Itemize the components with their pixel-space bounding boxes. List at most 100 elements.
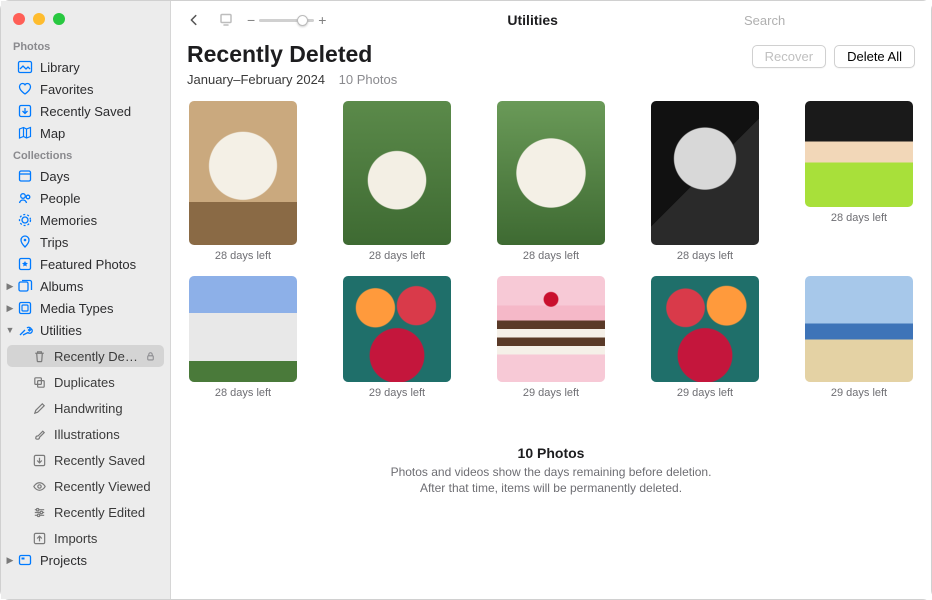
days-left-label: 29 days left [369, 387, 425, 399]
sidebar-item-label: Illustrations [54, 427, 156, 442]
sidebar-item-days[interactable]: Days [7, 165, 164, 187]
sidebar-item-media-types[interactable]: ▶ Media Types [7, 297, 164, 319]
photo-cell[interactable]: 28 days left [803, 101, 915, 262]
photo-thumbnail[interactable] [343, 276, 451, 382]
calendar-icon [17, 168, 33, 184]
days-left-label: 29 days left [831, 387, 887, 399]
photo-cell[interactable]: 29 days left [341, 276, 453, 399]
zoom-out-icon: − [247, 12, 255, 28]
photo-thumbnail[interactable] [651, 101, 759, 245]
sidebar-item-recently-deleted[interactable]: Recently Delet… [7, 345, 164, 367]
photo-grid: 28 days left 28 days left 28 days left 2… [171, 87, 931, 405]
albums-icon [17, 278, 33, 294]
sidebar-item-label: Library [40, 60, 156, 75]
days-left-label: 28 days left [523, 250, 579, 262]
footer-line1: Photos and videos show the days remainin… [391, 465, 712, 479]
sidebar-item-label: Imports [54, 531, 156, 546]
download-icon [31, 452, 47, 468]
chevron-right-icon[interactable]: ▶ [5, 303, 15, 314]
sidebar-item-recently-saved[interactable]: Recently Saved [7, 100, 164, 122]
brush-icon [31, 426, 47, 442]
photo-cell[interactable]: 28 days left [649, 101, 761, 262]
zoom-slider[interactable]: − + [247, 12, 326, 28]
page-title: Recently Deleted [187, 41, 752, 68]
chevron-right-icon[interactable]: ▶ [5, 555, 15, 566]
sidebar-item-imports[interactable]: Imports [7, 527, 164, 549]
photo-cell[interactable]: 28 days left [495, 101, 607, 262]
library-icon [17, 59, 33, 75]
window-controls [1, 9, 170, 35]
sidebar-item-label: Featured Photos [40, 257, 156, 272]
sidebar-item-illustrations[interactable]: Illustrations [7, 423, 164, 445]
photo-count: 10 Photos [339, 72, 398, 87]
sidebar-item-label: Map [40, 126, 156, 141]
sidebar-item-label: Trips [40, 235, 156, 250]
main-content: − + Utilities Recently Deleted January–F… [171, 1, 931, 599]
sidebar-item-recently-edited[interactable]: Recently Edited [7, 501, 164, 523]
sliders-icon [31, 504, 47, 520]
chevron-down-icon[interactable]: ▼ [5, 325, 15, 335]
days-left-label: 28 days left [215, 250, 271, 262]
sidebar-item-projects[interactable]: ▶ Projects [7, 549, 164, 571]
photo-cell[interactable]: 29 days left [495, 276, 607, 399]
photo-cell[interactable]: 29 days left [803, 276, 915, 399]
sidebar-item-memories[interactable]: Memories [7, 209, 164, 231]
photo-cell[interactable]: 28 days left [341, 101, 453, 262]
sidebar-item-label: Recently Delet… [54, 349, 138, 364]
sidebar-item-recently-saved-util[interactable]: Recently Saved [7, 449, 164, 471]
photo-thumbnail[interactable] [497, 101, 605, 245]
photo-cell[interactable]: 28 days left [187, 276, 299, 399]
projects-icon [17, 552, 33, 568]
footer-line2: After that time, items will be permanent… [420, 481, 682, 495]
aspect-button[interactable] [215, 9, 237, 31]
sidebar-item-handwriting[interactable]: Handwriting [7, 397, 164, 419]
sidebar-item-favorites[interactable]: Favorites [7, 78, 164, 100]
photo-thumbnail[interactable] [343, 101, 451, 245]
close-window-button[interactable] [13, 13, 25, 25]
photo-thumbnail[interactable] [651, 276, 759, 382]
sidebar-item-map[interactable]: Map [7, 122, 164, 144]
toolbar-title: Utilities [336, 12, 729, 28]
sidebar-item-albums[interactable]: ▶ Albums [7, 275, 164, 297]
zoom-knob[interactable] [297, 15, 308, 26]
chevron-right-icon[interactable]: ▶ [5, 281, 15, 292]
footer-title: 10 Photos [191, 445, 911, 461]
sidebar-item-library[interactable]: Library [7, 56, 164, 78]
eye-icon [31, 478, 47, 494]
sidebar-item-label: People [40, 191, 156, 206]
sidebar-item-utilities[interactable]: ▼ Utilities [7, 319, 164, 341]
sidebar-item-label: Handwriting [54, 401, 156, 416]
days-left-label: 28 days left [831, 212, 887, 224]
back-button[interactable] [183, 9, 205, 31]
sidebar-item-label: Days [40, 169, 156, 184]
photo-thumbnail[interactable] [189, 101, 297, 245]
sidebar-item-featured-photos[interactable]: Featured Photos [7, 253, 164, 275]
days-left-label: 28 days left [677, 250, 733, 262]
photo-cell[interactable]: 29 days left [649, 276, 761, 399]
sidebar-item-recently-viewed[interactable]: Recently Viewed [7, 475, 164, 497]
zoom-track[interactable] [259, 19, 314, 22]
sidebar-item-label: Albums [40, 279, 156, 294]
sidebar-item-label: Recently Viewed [54, 479, 156, 494]
media-types-icon [17, 300, 33, 316]
recover-button[interactable]: Recover [752, 45, 826, 68]
page-subtitle: January–February 2024 10 Photos [187, 72, 752, 87]
map-icon [17, 125, 33, 141]
search-input[interactable] [744, 13, 920, 28]
duplicates-icon [31, 374, 47, 390]
search-box[interactable] [739, 13, 919, 28]
fullscreen-window-button[interactable] [53, 13, 65, 25]
sidebar-item-people[interactable]: People [7, 187, 164, 209]
photo-cell[interactable]: 28 days left [187, 101, 299, 262]
sidebar-item-duplicates[interactable]: Duplicates [7, 371, 164, 393]
photo-thumbnail[interactable] [805, 101, 913, 207]
photo-thumbnail[interactable] [189, 276, 297, 382]
photo-thumbnail[interactable] [497, 276, 605, 382]
sidebar-item-trips[interactable]: Trips [7, 231, 164, 253]
date-range: January–February 2024 [187, 72, 325, 87]
days-left-label: 29 days left [677, 387, 733, 399]
minimize-window-button[interactable] [33, 13, 45, 25]
delete-all-button[interactable]: Delete All [834, 45, 915, 68]
photo-thumbnail[interactable] [805, 276, 913, 382]
people-icon [17, 190, 33, 206]
